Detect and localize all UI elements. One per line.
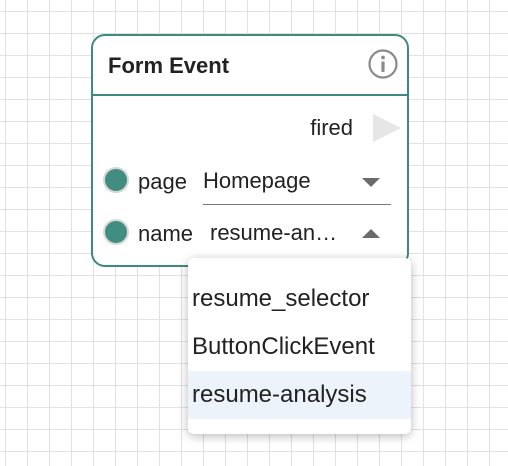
- page-select[interactable]: Homepage: [203, 163, 391, 205]
- caret-up-icon: [362, 229, 380, 238]
- node-title: Form Event: [108, 53, 230, 78]
- name-select-value: resume-analysis: [210, 220, 346, 245]
- page-select-value: Homepage: [203, 168, 311, 193]
- input-port-name[interactable]: [103, 219, 129, 245]
- input-port-page[interactable]: [103, 167, 129, 193]
- name-select[interactable]: resume-analysis: [210, 215, 391, 262]
- output-label-fired: fired: [310, 115, 353, 140]
- form-event-node[interactable]: Form Event fired page Homepage name resu…: [91, 34, 409, 267]
- field-label-page: page: [138, 169, 187, 194]
- dropdown-option-resume-selector[interactable]: resume_selector: [188, 275, 411, 323]
- dropdown-option-button-click-event[interactable]: ButtonClickEvent: [188, 323, 411, 371]
- dropdown-option-resume-analysis[interactable]: resume-analysis: [188, 371, 411, 419]
- node-header: Form Event: [93, 36, 407, 96]
- info-icon[interactable]: [367, 48, 399, 80]
- name-dropdown-menu: resume_selector ButtonClickEvent resume-…: [188, 258, 411, 434]
- play-triangle-icon[interactable]: [371, 112, 403, 144]
- caret-down-icon: [362, 178, 380, 187]
- field-label-name: name: [138, 221, 194, 246]
